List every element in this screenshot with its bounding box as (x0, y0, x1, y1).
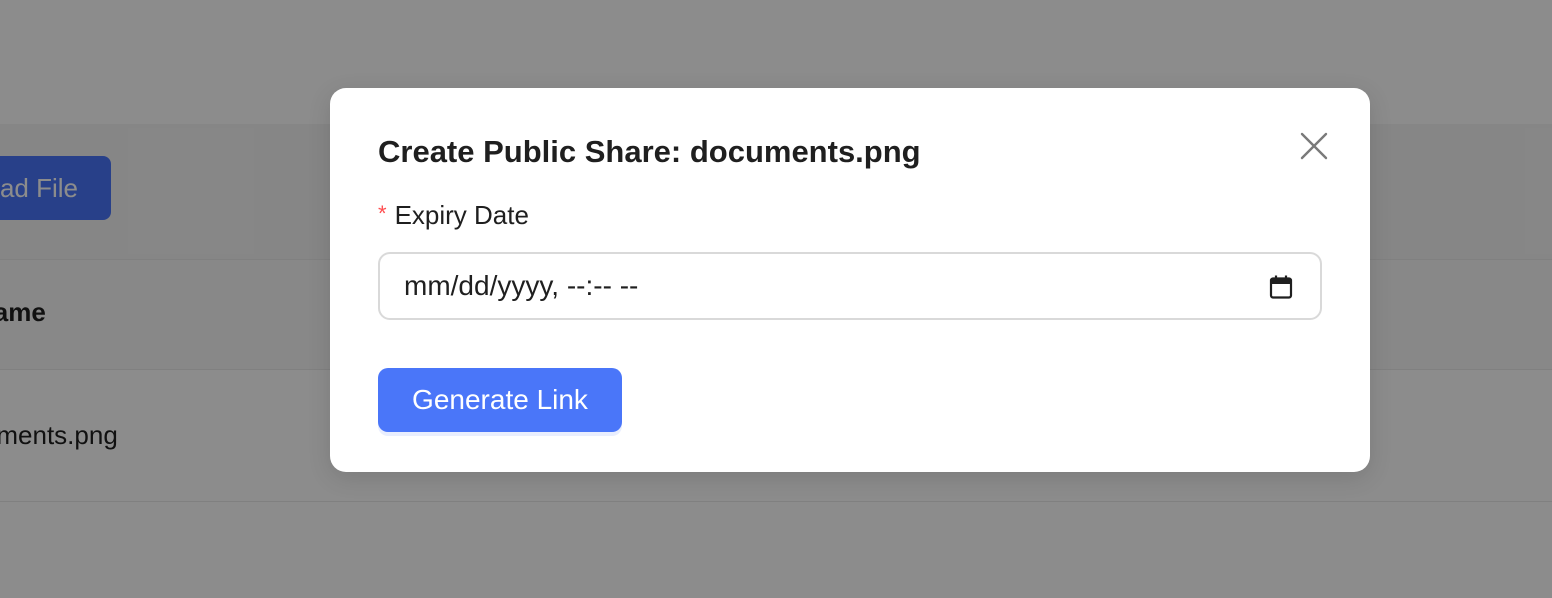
required-mark: * (378, 201, 387, 226)
close-icon (1300, 132, 1328, 160)
expiry-date-input-value: mm/dd/yyyy, --:-- -- (404, 270, 639, 301)
page: Upload File Name documents.png Create Pu… (0, 0, 1552, 598)
expiry-date-input[interactable]: mm/dd/yyyy, --:-- -- (378, 252, 1322, 320)
calendar-icon[interactable] (1268, 274, 1294, 300)
expiry-date-label: * Expiry Date (378, 200, 529, 231)
close-button[interactable] (1292, 124, 1336, 168)
generate-link-button[interactable]: Generate Link (378, 368, 622, 432)
modal-title: Create Public Share: documents.png (378, 134, 921, 169)
expiry-date-label-text: Expiry Date (394, 200, 529, 230)
share-modal: Create Public Share: documents.png * Expi… (330, 88, 1370, 472)
